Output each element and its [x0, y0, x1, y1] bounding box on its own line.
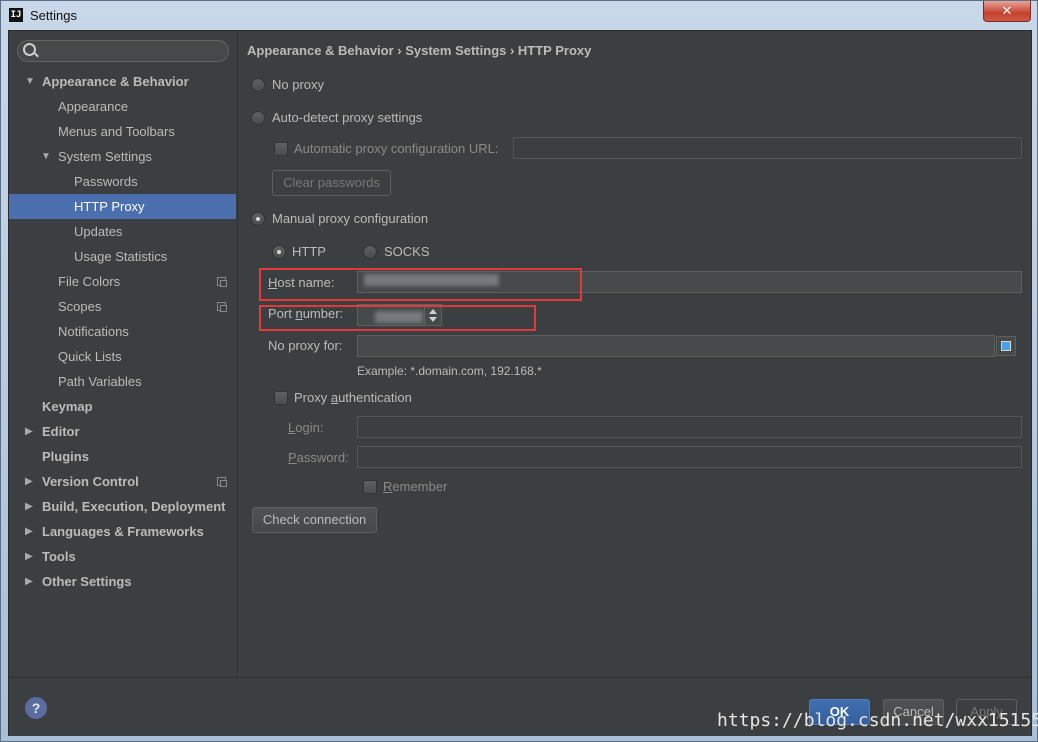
sidebar-item-keymap[interactable]: Keymap — [9, 394, 236, 419]
sidebar-item-label: Other Settings — [42, 574, 132, 589]
sidebar-item-label: Quick Lists — [58, 349, 122, 364]
sidebar-item-label: Notifications — [58, 324, 129, 339]
sidebar-item-label: Appearance — [58, 99, 129, 114]
socks-label: SOCKS — [384, 244, 430, 259]
sidebar-item-label: Path Variables — [58, 374, 142, 389]
no-proxy-example: Example: *.domain.com, 192.168.* — [357, 364, 542, 378]
settings-window: IJ Settings ✕ ▼ Appearance & Behavior Appe… — [0, 0, 1038, 742]
auto-detect-radio[interactable] — [251, 111, 265, 125]
sidebar-item-editor[interactable]: ▶ Editor — [9, 419, 236, 444]
sidebar-item-version-control[interactable]: ▶ Version Control — [9, 469, 236, 494]
watermark: https://blog.csdn.net/wxx151556 — [717, 710, 1038, 731]
sidebar-item-label: Plugins — [42, 449, 89, 464]
sidebar-item-menus-and-toolbars[interactable]: Menus and Toolbars — [9, 119, 236, 144]
sidebar-item-quick-lists[interactable]: Quick Lists — [9, 344, 236, 369]
sidebar-item-updates[interactable]: Updates — [9, 219, 236, 244]
chevron-right-icon[interactable]: ▶ — [25, 544, 37, 569]
sidebar-item-path-variables[interactable]: Path Variables — [9, 369, 236, 394]
sidebar-item-tools[interactable]: ▶ Tools — [9, 544, 236, 569]
window-title: Settings — [30, 8, 77, 23]
chevron-right-icon[interactable]: ▶ — [25, 569, 37, 594]
search-icon — [23, 43, 36, 56]
sidebar-item-languages-frameworks[interactable]: ▶ Languages & Frameworks — [9, 519, 236, 544]
breadcrumb: Appearance & Behavior › System Settings … — [247, 43, 592, 58]
chevron-down-icon[interactable]: ▼ — [41, 144, 53, 169]
sidebar-item-appearance-behavior[interactable]: ▼ Appearance & Behavior — [9, 69, 236, 94]
sidebar-item-file-colors[interactable]: File Colors — [9, 269, 236, 294]
close-icon: ✕ — [1001, 3, 1013, 18]
sidebar-item-appearance[interactable]: Appearance — [9, 94, 236, 119]
dialog-client-area: ▼ Appearance & Behavior Appearance Menus an… — [8, 30, 1032, 736]
chevron-right-icon[interactable]: ▶ — [25, 419, 37, 444]
remember-checkbox[interactable] — [363, 480, 377, 494]
sidebar-item-label: Tools — [42, 549, 76, 564]
no-proxy-label: No proxy — [272, 77, 325, 92]
proxy-auth-checkbox[interactable] — [274, 391, 288, 405]
help-icon[interactable]: ? — [25, 697, 47, 719]
sidebar-item-label: Menus and Toolbars — [58, 124, 175, 139]
sidebar-item-label: Usage Statistics — [74, 249, 168, 264]
http-proxy-panel: Appearance & Behavior › System Settings … — [238, 31, 1031, 677]
clear-passwords-button[interactable]: Clear passwords — [272, 170, 391, 196]
manual-config-label: Manual proxy configuration — [272, 211, 429, 226]
no-proxy-for-label: No proxy for: — [268, 338, 343, 353]
auto-config-url-input[interactable] — [513, 137, 1022, 159]
sidebar-item-other-settings[interactable]: ▶ Other Settings — [9, 569, 236, 594]
chevron-right-icon[interactable]: ▶ — [25, 519, 37, 544]
http-label: HTTP — [292, 244, 326, 259]
manual-config-radio[interactable] — [251, 212, 265, 226]
sidebar-item-label: Updates — [74, 224, 123, 239]
auto-detect-label: Auto-detect proxy settings — [272, 110, 423, 125]
sidebar-item-label: Appearance & Behavior — [42, 74, 189, 89]
sidebar-item-passwords[interactable]: Passwords — [9, 169, 236, 194]
sidebar-item-notifications[interactable]: Notifications — [9, 319, 236, 344]
sidebar-item-label: System Settings — [58, 149, 152, 164]
sidebar-item-label: Scopes — [58, 299, 102, 314]
sidebar-item-label: Keymap — [42, 399, 93, 414]
sidebar-item-label: File Colors — [58, 274, 121, 289]
no-proxy-for-input[interactable] — [357, 335, 995, 357]
sidebar-item-label: Languages & Frameworks — [42, 524, 204, 539]
password-input[interactable] — [357, 446, 1022, 468]
project-level-icon — [217, 302, 227, 312]
sidebar-item-system-settings[interactable]: ▼ System Settings — [9, 144, 236, 169]
login-label: Login: — [288, 420, 324, 435]
sidebar-item-http-proxy[interactable]: HTTP Proxy — [9, 194, 236, 219]
login-input[interactable] — [357, 416, 1022, 438]
proxy-auth-label: Proxy authentication — [294, 390, 412, 405]
chevron-down-icon[interactable]: ▼ — [25, 69, 37, 94]
project-level-icon — [217, 277, 227, 287]
port-number-highlight — [259, 305, 536, 331]
title-bar: IJ Settings ✕ — [1, 1, 1037, 30]
project-level-icon — [217, 477, 227, 487]
expand-text-icon[interactable] — [996, 336, 1016, 356]
intellij-app-icon: IJ — [9, 8, 23, 22]
settings-sidebar: ▼ Appearance & Behavior Appearance Menus an… — [9, 31, 238, 677]
sidebar-item-label: HTTP Proxy — [74, 199, 145, 214]
sidebar-item-build-execution-deployment[interactable]: ▶ Build, Execution, Deployment — [9, 494, 236, 519]
remember-label: Remember — [383, 479, 448, 494]
sidebar-item-label: Version Control — [42, 474, 139, 489]
sidebar-item-usage-statistics[interactable]: Usage Statistics — [9, 244, 236, 269]
chevron-right-icon[interactable]: ▶ — [25, 494, 37, 519]
no-proxy-radio[interactable] — [251, 78, 265, 92]
http-radio[interactable] — [272, 245, 286, 259]
search-input[interactable] — [17, 40, 229, 62]
sidebar-item-label: Editor — [42, 424, 80, 439]
sidebar-item-plugins[interactable]: Plugins — [9, 444, 236, 469]
sidebar-item-label: Build, Execution, Deployment — [42, 499, 226, 514]
password-label: Password: — [288, 450, 349, 465]
sidebar-item-label: Passwords — [74, 174, 138, 189]
chevron-right-icon[interactable]: ▶ — [25, 469, 37, 494]
sidebar-item-scopes[interactable]: Scopes — [9, 294, 236, 319]
host-name-highlight — [259, 268, 582, 301]
auto-config-url-checkbox[interactable] — [274, 142, 288, 156]
auto-config-url-label: Automatic proxy configuration URL: — [294, 141, 499, 156]
socks-radio[interactable] — [363, 245, 377, 259]
check-connection-button[interactable]: Check connection — [252, 507, 377, 533]
close-button[interactable]: ✕ — [983, 1, 1031, 22]
